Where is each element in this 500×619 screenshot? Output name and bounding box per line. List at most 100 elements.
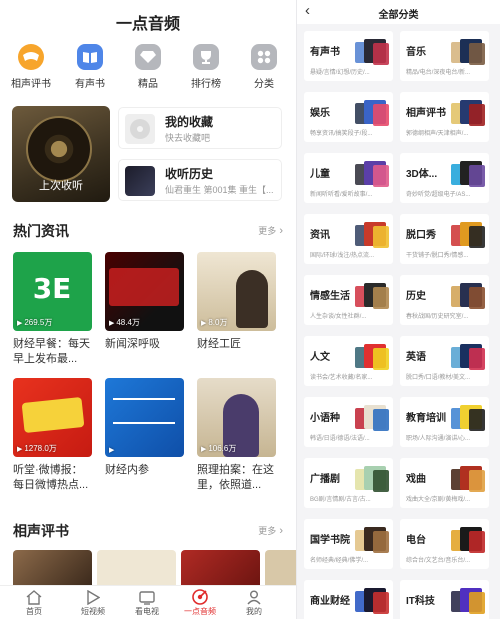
genre-card[interactable]: 英语 脱口秀/口语/教材/美文... xyxy=(400,336,489,386)
favorites-card[interactable]: 我的收藏 快去收藏吧 xyxy=(118,107,282,149)
genre-card[interactable]: 戏曲 戏曲大全/京剧/黄梅戏/... xyxy=(400,458,489,508)
genre-card[interactable]: 国学书院 名师经典/经典/佛学/... xyxy=(304,519,393,569)
genre-card[interactable]: IT科技 xyxy=(400,580,489,619)
crosstalk-cover[interactable] xyxy=(181,550,260,585)
genre-card[interactable]: 娱乐 畅享资讯/搞笑段子/段... xyxy=(304,92,393,142)
genre-subcategories: 悬疑/言情/幻想/历史/... xyxy=(310,70,370,76)
news-card[interactable]: 106.6万 照理拍案：在这里，依照道... xyxy=(197,378,276,493)
play-count: 1278.0万 xyxy=(17,443,56,454)
genre-card[interactable]: 历史 春秋战国/历史研究室/... xyxy=(400,275,489,325)
genre-name: 脱口秀 xyxy=(406,230,436,241)
tab-label: 首页 xyxy=(26,607,42,616)
tab-tv[interactable]: 看电视 xyxy=(122,589,172,617)
genre-subcategories: 脱口秀/口语/教材/美文... xyxy=(406,375,471,381)
genre-subcategories: 春秋战国/历史研究室/... xyxy=(406,314,469,320)
genre-cover xyxy=(469,226,485,248)
genre-cover xyxy=(373,226,389,248)
genre-name: 商业财经 xyxy=(310,596,350,607)
genre-card[interactable]: 有声书 悬疑/言情/幻想/历史/... xyxy=(304,31,393,81)
genre-card[interactable]: 相声评书 郭德纲相声/天津相声/... xyxy=(400,92,489,142)
genre-cover xyxy=(373,531,389,553)
tab-label: 短视频 xyxy=(81,607,105,616)
genre-subcategories: 综合台/文艺台/音乐台/... xyxy=(406,558,471,564)
news-card[interactable]: 财经内参 xyxy=(105,378,184,493)
genre-card[interactable]: 教育培训 职场/人际沟通/演讲/心... xyxy=(400,397,489,447)
genre-card[interactable]: 情感生活 人生杂谈/女性社群/... xyxy=(304,275,393,325)
genre-name: 教育培训 xyxy=(406,413,446,424)
genre-cover xyxy=(373,104,389,126)
category-all[interactable]: 分类 xyxy=(235,44,293,90)
genre-card[interactable]: 广播剧 BG剧/言情剧/古言/古... xyxy=(304,458,393,508)
audio-home-panel: 一点音频 相声评书 有声书 精品 排行榜 分类 上次收听 我的收藏 快去收藏吧 … xyxy=(0,0,296,619)
genre-card[interactable]: 脱口秀 干货铺子/脱口秀/情感... xyxy=(400,214,489,264)
news-cover xyxy=(105,378,184,457)
crosstalk-cover[interactable] xyxy=(13,550,92,585)
genre-cover xyxy=(469,409,485,431)
favorites-disc-icon xyxy=(125,114,155,144)
grid-icon xyxy=(251,44,277,70)
genre-subcategories: 畅享资讯/搞笑段子/段... xyxy=(310,131,373,137)
history-card[interactable]: 收听历史 仙君重生 第001集 重生【... xyxy=(118,159,282,201)
genre-subcategories: 人生杂谈/女性社群/... xyxy=(310,314,367,320)
tab-audio[interactable]: 一点音频 xyxy=(175,589,225,617)
crosstalk-more-link[interactable]: 更多 xyxy=(258,524,283,537)
genre-cover xyxy=(469,287,485,309)
news-title: 听堂·微博报：每日微博热点... xyxy=(13,464,89,491)
genre-cover xyxy=(469,531,485,553)
tab-home[interactable]: 首页 xyxy=(9,589,59,617)
genre-cover xyxy=(373,43,389,65)
category-premium[interactable]: 精品 xyxy=(119,44,177,90)
genre-name: 广播剧 xyxy=(310,474,340,485)
tab-label: 看电视 xyxy=(135,607,159,616)
news-cover: 48.4万 xyxy=(105,252,184,331)
category-crosstalk[interactable]: 相声评书 xyxy=(2,44,60,90)
last-listen-label: 上次收听 xyxy=(39,180,83,192)
favorites-subtitle: 快去收藏吧 xyxy=(165,133,211,143)
diamond-icon xyxy=(135,44,161,70)
news-card[interactable]: 3E 269.5万 财经早餐：每天早上发布最... xyxy=(13,252,92,367)
crosstalk-cover[interactable] xyxy=(265,550,296,585)
genre-subcategories: 国际/环球/浅注/热点流... xyxy=(310,253,375,259)
genre-card[interactable]: 儿童 新闻听听看/爱听故事/... xyxy=(304,153,393,203)
tab-short-video[interactable]: 短视频 xyxy=(68,589,118,617)
genre-card[interactable]: 电台综合台/文艺台/音乐台/... xyxy=(400,519,489,569)
trophy-icon xyxy=(193,44,219,70)
crosstalk-icon xyxy=(18,44,44,70)
category-label: 有声书 xyxy=(75,79,105,90)
genre-card[interactable]: 音乐 精品/电台/深夜电台/新... xyxy=(400,31,489,81)
crosstalk-cover[interactable] xyxy=(97,550,176,585)
genre-card[interactable]: 小语种 韩语/日语/德语/法语/... xyxy=(304,397,393,447)
genre-card[interactable]: 商业财经 xyxy=(304,580,393,619)
genre-card[interactable]: 资讯国际/环球/浅注/热点流... xyxy=(304,214,393,264)
page-title: 一点音频 xyxy=(115,16,180,33)
hot-news-more-link[interactable]: 更多 xyxy=(258,224,283,237)
tab-profile[interactable]: 我的 xyxy=(229,589,279,617)
genre-name: 资讯 xyxy=(310,230,330,241)
genre-subcategories: 韩语/日语/德语/法语/... xyxy=(310,436,370,442)
genre-subcategories: BG剧/言情剧/古言/古... xyxy=(310,497,371,503)
tv-icon xyxy=(122,589,172,605)
play-icon xyxy=(68,589,118,605)
news-title: 新闻深呼吸 xyxy=(105,338,160,350)
genre-card[interactable]: 人文 读书会/艺术收藏/名家... xyxy=(304,336,393,386)
genre-subcategories: 奇妙听觉/超级电子/AS... xyxy=(406,192,471,198)
category-ranking[interactable]: 排行榜 xyxy=(177,44,235,90)
genre-cover xyxy=(373,348,389,370)
news-card[interactable]: 8.0万 财经工匠 xyxy=(197,252,276,367)
genre-header: ‹ 全部分类 xyxy=(297,0,500,24)
news-card[interactable]: 48.4万 新闻深呼吸 xyxy=(105,252,184,367)
crosstalk-title: 相声评书 xyxy=(13,523,69,539)
history-title: 收听历史 xyxy=(165,167,214,181)
category-row: 相声评书 有声书 精品 排行榜 分类 xyxy=(0,44,296,92)
category-audiobook[interactable]: 有声书 xyxy=(61,44,119,90)
genre-cover xyxy=(373,409,389,431)
last-listen-card[interactable]: 上次收听 xyxy=(12,106,110,202)
genre-cover xyxy=(373,592,389,614)
genre-name: 电台 xyxy=(406,535,426,546)
news-card[interactable]: 1278.0万 听堂·微博报：每日微博热点... xyxy=(13,378,92,493)
genre-card[interactable]: 3D体... 奇妙听觉/超级电子/AS... xyxy=(400,153,489,203)
play-count: 48.4万 xyxy=(109,317,140,328)
tab-label: 一点音频 xyxy=(184,607,216,616)
genre-cover xyxy=(373,165,389,187)
genre-name: 戏曲 xyxy=(406,474,426,485)
